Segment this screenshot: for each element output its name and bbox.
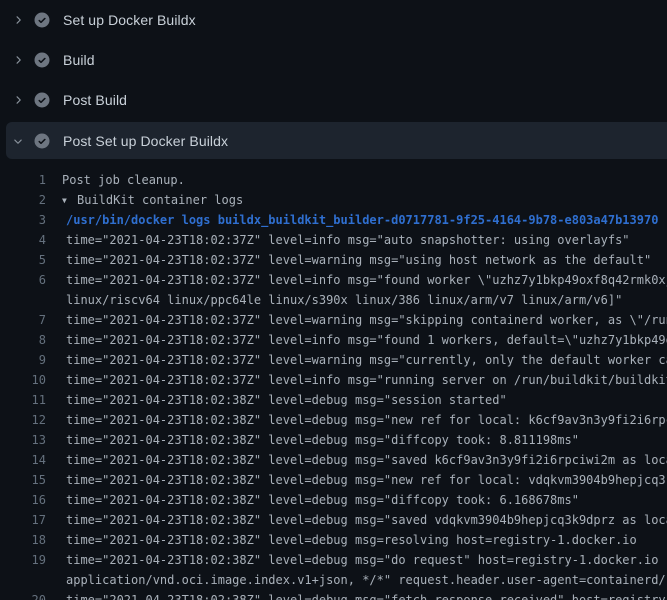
log-line-text: time="2021-04-23T18:02:37Z" level=warnin… <box>46 310 667 330</box>
log-line: 14 time="2021-04-23T18:02:38Z" level=deb… <box>0 450 667 470</box>
log-line: 12 time="2021-04-23T18:02:38Z" level=deb… <box>0 410 667 430</box>
log-line-text: Post job cleanup. <box>46 170 185 190</box>
log-line-number[interactable]: 10 <box>0 370 46 390</box>
log-line-number[interactable]: 12 <box>0 410 46 430</box>
log-line-text: time="2021-04-23T18:02:38Z" level=debug … <box>46 410 667 430</box>
log-line-number[interactable]: 19 <box>0 550 46 570</box>
log-line: linux/riscv64 linux/ppc64le linux/s390x … <box>0 290 667 310</box>
check-circle-icon <box>34 133 50 149</box>
log-line-number[interactable]: 4 <box>0 230 46 250</box>
log-line-number[interactable]: 6 <box>0 270 46 290</box>
log-line-text: time="2021-04-23T18:02:37Z" level=warnin… <box>46 350 667 370</box>
log-line-text: time="2021-04-23T18:02:38Z" level=debug … <box>46 530 637 550</box>
log-line-text: time="2021-04-23T18:02:38Z" level=debug … <box>46 390 507 410</box>
actions-log-viewer: Set up Docker Buildx Build P <box>0 0 667 600</box>
step-label: Build <box>63 52 95 68</box>
log-line: 1 Post job cleanup. <box>0 170 667 190</box>
log-line-number[interactable] <box>0 290 46 310</box>
log-line-number[interactable] <box>0 570 46 590</box>
log-line-number[interactable]: 5 <box>0 250 46 270</box>
log-line: 11 time="2021-04-23T18:02:38Z" level=deb… <box>0 390 667 410</box>
log-line-number[interactable]: 18 <box>0 530 46 550</box>
log-line[interactable]: 2 ▼BuildKit container logs <box>0 190 667 210</box>
chevron-down-icon <box>10 133 26 149</box>
log-line-number[interactable]: 2 <box>0 190 46 210</box>
log-line-text: time="2021-04-23T18:02:38Z" level=debug … <box>46 550 667 570</box>
step-row[interactable]: Post Set up Docker Buildx <box>6 122 667 159</box>
log-line-text: time="2021-04-23T18:02:37Z" level=info m… <box>46 270 667 290</box>
check-circle-icon <box>34 92 50 108</box>
log-line: 13 time="2021-04-23T18:02:38Z" level=deb… <box>0 430 667 450</box>
log-line-number[interactable]: 17 <box>0 510 46 530</box>
step-label: Post Build <box>63 92 127 108</box>
group-expanded-triangle-icon[interactable]: ▼ <box>62 191 77 211</box>
log-line-number[interactable]: 16 <box>0 490 46 510</box>
log-line-text: time="2021-04-23T18:02:38Z" level=debug … <box>46 510 667 530</box>
log-line-text: time="2021-04-23T18:02:37Z" level=warnin… <box>46 250 651 270</box>
group-label: BuildKit container logs <box>77 193 243 207</box>
check-circle-icon <box>34 12 50 28</box>
log-line-number[interactable]: 15 <box>0 470 46 490</box>
log-line-number[interactable]: 9 <box>0 350 46 370</box>
log-line-text: time="2021-04-23T18:02:37Z" level=info m… <box>46 230 630 250</box>
chevron-right-icon <box>10 52 26 68</box>
check-circle-icon <box>34 52 50 68</box>
log-line: 16 time="2021-04-23T18:02:38Z" level=deb… <box>0 490 667 510</box>
step-row[interactable]: Post Build <box>0 80 667 120</box>
log-line-text: linux/riscv64 linux/ppc64le linux/s390x … <box>46 290 622 310</box>
log-line: 17 time="2021-04-23T18:02:38Z" level=deb… <box>0 510 667 530</box>
log-line-number[interactable]: 20 <box>0 590 46 600</box>
chevron-right-icon <box>10 92 26 108</box>
log-line-text: time="2021-04-23T18:02:37Z" level=info m… <box>46 330 667 350</box>
log-line-number[interactable]: 3 <box>0 210 46 230</box>
log-line-text: time="2021-04-23T18:02:38Z" level=debug … <box>46 450 667 470</box>
log-line-text: /usr/bin/docker logs buildx_buildkit_bui… <box>46 210 658 230</box>
step-row[interactable]: Set up Docker Buildx <box>0 0 667 40</box>
step-row[interactable]: Build <box>0 40 667 80</box>
chevron-right-icon <box>10 12 26 28</box>
log-line: 18 time="2021-04-23T18:02:38Z" level=deb… <box>0 530 667 550</box>
log-line: 4 time="2021-04-23T18:02:37Z" level=info… <box>0 230 667 250</box>
steps-list: Set up Docker Buildx Build P <box>0 0 667 159</box>
log-area: 1 Post job cleanup. 2 ▼BuildKit containe… <box>0 160 667 600</box>
log-line: 7 time="2021-04-23T18:02:37Z" level=warn… <box>0 310 667 330</box>
log-line-text: time="2021-04-23T18:02:38Z" level=debug … <box>46 590 667 600</box>
log-line-number[interactable]: 8 <box>0 330 46 350</box>
log-line: 8 time="2021-04-23T18:02:37Z" level=info… <box>0 330 667 350</box>
step-label: Set up Docker Buildx <box>63 12 196 28</box>
log-line-number[interactable]: 14 <box>0 450 46 470</box>
step-label: Post Set up Docker Buildx <box>63 133 228 149</box>
log-line: 20 time="2021-04-23T18:02:38Z" level=deb… <box>0 590 667 600</box>
log-line-text: time="2021-04-23T18:02:38Z" level=debug … <box>46 430 579 450</box>
log-line: 10 time="2021-04-23T18:02:37Z" level=inf… <box>0 370 667 390</box>
log-line: 6 time="2021-04-23T18:02:37Z" level=info… <box>0 270 667 290</box>
log-line: 9 time="2021-04-23T18:02:37Z" level=warn… <box>0 350 667 370</box>
log-line-text: ▼BuildKit container logs <box>46 190 243 210</box>
log-line-number[interactable]: 1 <box>0 170 46 190</box>
log-line-text: application/vnd.oci.image.index.v1+json,… <box>46 570 667 590</box>
log-line-number[interactable]: 13 <box>0 430 46 450</box>
log-line: 19 time="2021-04-23T18:02:38Z" level=deb… <box>0 550 667 570</box>
log-line-number[interactable]: 7 <box>0 310 46 330</box>
log-line-text: time="2021-04-23T18:02:38Z" level=debug … <box>46 470 667 490</box>
log-line: 15 time="2021-04-23T18:02:38Z" level=deb… <box>0 470 667 490</box>
log-line-text: time="2021-04-23T18:02:37Z" level=info m… <box>46 370 667 390</box>
log-line: application/vnd.oci.image.index.v1+json,… <box>0 570 667 590</box>
log-line-number[interactable]: 11 <box>0 390 46 410</box>
log-line: 5 time="2021-04-23T18:02:37Z" level=warn… <box>0 250 667 270</box>
log-line-text: time="2021-04-23T18:02:38Z" level=debug … <box>46 490 579 510</box>
log-line: 3 /usr/bin/docker logs buildx_buildkit_b… <box>0 210 667 230</box>
